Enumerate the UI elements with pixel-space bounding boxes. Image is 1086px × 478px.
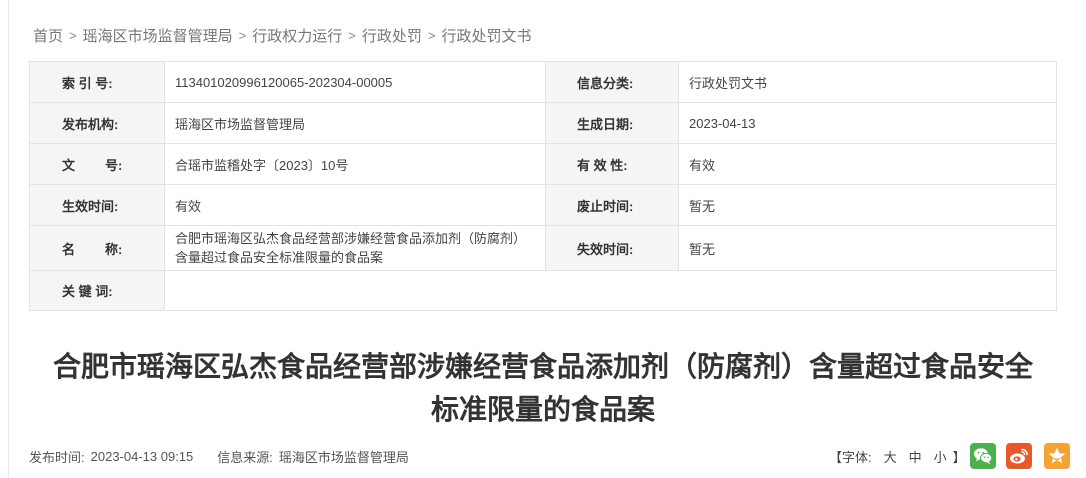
share-wechat-button[interactable] (970, 443, 996, 469)
publisher-value: 瑶海区市场监督管理局 (164, 102, 546, 144)
publish-time-value: 2023-04-13 09:15 (90, 448, 194, 464)
docno-label-second: 号: (105, 157, 123, 173)
docno-label-first: 文 (62, 157, 76, 173)
info-row-publisher: 发布机构: 瑶海区市场监督管理局 生成日期: 2023-04-13 (29, 102, 1057, 144)
page: 首页 > 瑶海区市场监督管理局 > 行政权力运行 > 行政处罚 > 行政处罚文书… (0, 0, 1086, 478)
info-row-docno: 文 号: 合瑶市监稽处字〔2023〕10号 有 效 性: 有效 (29, 143, 1057, 185)
source-label: 信息来源: (217, 449, 273, 465)
expire-time-value: 暂无 (678, 225, 1057, 271)
page-title: 合肥市瑶海区弘杰食品经营部涉嫌经营食品添加剂（防腐剂）含量超过食品安全标准限量的… (52, 351, 1033, 425)
info-row-effective: 生效时间: 有效 废止时间: 暂无 (29, 184, 1057, 226)
star-icon (1048, 447, 1066, 464)
index-label: 索 引 号: (29, 61, 165, 103)
keywords-value (164, 270, 1057, 311)
breadcrumb-penalty-documents[interactable]: 行政处罚文书 (441, 25, 531, 46)
font-size-medium-button[interactable]: 中 (909, 447, 922, 466)
breadcrumb-power-operation[interactable]: 行政权力运行 (252, 25, 342, 46)
repeal-time-value: 暂无 (678, 184, 1057, 226)
source-value: 瑶海区市场监督管理局 (278, 449, 409, 465)
docno-value: 合瑶市监稽处字〔2023〕10号 (164, 143, 546, 185)
publish-time-label: 发布时间: (29, 449, 85, 465)
validity-value: 有效 (678, 143, 1057, 185)
name-label-second: 称: (105, 241, 123, 257)
repeal-time-label: 废止时间: (545, 184, 679, 226)
validity-label: 有 效 性: (545, 143, 679, 185)
font-size-large-button[interactable]: 大 (884, 447, 897, 466)
publisher-label: 发布机构: (29, 102, 165, 144)
keywords-label: 关 键 词: (29, 270, 165, 311)
category-value: 行政处罚文书 (678, 61, 1057, 103)
info-row-index: 索 引 号: 113401020996120065-202304-00005 信… (29, 61, 1057, 103)
breadcrumb: 首页 > 瑶海区市场监督管理局 > 行政权力运行 > 行政处罚 > 行政处罚文书 (33, 24, 531, 46)
favorite-button[interactable] (1044, 443, 1070, 469)
weibo-icon (1010, 448, 1028, 464)
wechat-icon (974, 448, 993, 464)
share-weibo-button[interactable] (1006, 443, 1032, 469)
info-row-keywords: 关 键 词: (29, 270, 1057, 311)
effective-time-label: 生效时间: (29, 184, 165, 226)
font-size-control: 【字体: 大 中 小 】 (829, 445, 966, 467)
category-label: 信息分类: (545, 61, 679, 103)
breadcrumb-penalty[interactable]: 行政处罚 (362, 25, 422, 46)
name-value: 合肥市瑶海区弘杰食品经营部涉嫌经营食品添加剂（防腐剂）含量超过食品安全标准限量的… (164, 225, 546, 271)
font-size-bracket-close: 】 (952, 449, 966, 465)
effective-time-value: 有效 (164, 184, 546, 226)
docno-label: 文 号: (29, 143, 165, 185)
breadcrumb-separator: > (69, 27, 77, 43)
breadcrumb-separator: > (238, 27, 247, 43)
breadcrumb-bureau[interactable]: 瑶海区市场监督管理局 (83, 25, 233, 46)
info-row-name: 名 称: 合肥市瑶海区弘杰食品经营部涉嫌经营食品添加剂（防腐剂）含量超过食品安全标… (29, 225, 1057, 271)
breadcrumb-separator: > (348, 27, 356, 43)
name-label: 名 称: (29, 225, 165, 271)
font-size-label: 【字体: (829, 449, 872, 465)
index-value: 113401020996120065-202304-00005 (164, 61, 546, 103)
name-label-first: 名 (62, 241, 76, 257)
article-meta: 发布时间: 2023-04-13 09:15 信息来源: 瑶海区市场监督管理局 (29, 445, 409, 467)
info-table: 索 引 号: 113401020996120065-202304-00005 信… (29, 61, 1057, 311)
breadcrumb-home[interactable]: 首页 (33, 25, 63, 46)
breadcrumb-separator: > (427, 27, 436, 43)
created-date-label: 生成日期: (545, 102, 679, 144)
left-border (8, 0, 9, 478)
created-date-value: 2023-04-13 (678, 102, 1057, 144)
expire-time-label: 失效时间: (545, 225, 679, 271)
font-size-small-button[interactable]: 小 (934, 447, 947, 466)
